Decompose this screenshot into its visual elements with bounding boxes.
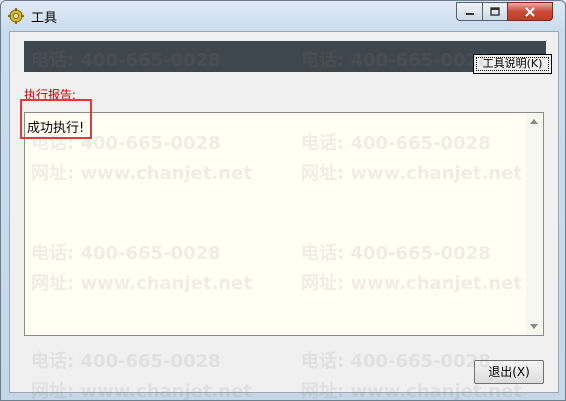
minimize-icon	[465, 12, 474, 15]
app-gear-icon	[8, 8, 24, 24]
maximize-icon	[490, 7, 500, 16]
header-band: 工具说明(K)	[24, 41, 552, 74]
tool-info-button[interactable]: 工具说明(K)	[473, 54, 552, 74]
report-textarea[interactable]: 成功执行!	[24, 112, 544, 336]
close-button[interactable]	[507, 2, 553, 21]
exit-button[interactable]: 退出(X)	[474, 360, 544, 384]
scroll-up-icon[interactable]	[530, 119, 538, 124]
maximize-button[interactable]	[482, 2, 508, 21]
title-bar[interactable]: 工具	[1, 1, 565, 31]
minimize-button[interactable]	[456, 2, 483, 21]
scroll-down-icon[interactable]	[530, 324, 538, 329]
highlight-box	[20, 99, 92, 139]
window-title: 工具	[31, 11, 58, 26]
client-area: 工具说明(K) 执行报告: 成功执行! 退出(X)	[9, 31, 559, 393]
tool-window: 工具 工具说明(K) 执行报告: 成功执行! 退出(X) 电话: 400-665…	[0, 0, 566, 401]
report-scrollbar[interactable]	[526, 113, 543, 335]
close-icon	[525, 6, 535, 17]
